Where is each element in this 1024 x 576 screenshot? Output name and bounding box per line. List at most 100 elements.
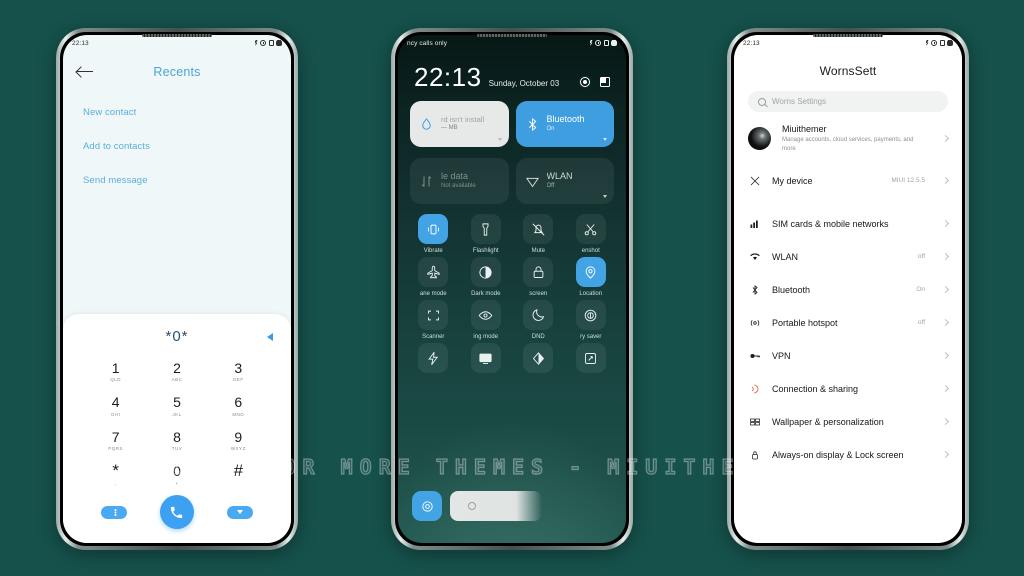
key-digit: # xyxy=(233,461,244,481)
dial-display: *0* xyxy=(63,324,291,350)
key-4[interactable]: 4 GHI xyxy=(85,388,146,423)
settings-row-vpn[interactable]: VPN xyxy=(734,339,962,372)
screenshot-icon xyxy=(584,223,597,235)
chevron-down-icon[interactable] xyxy=(603,138,607,141)
wallpaper-icon xyxy=(748,416,761,428)
status-time: 22:13 xyxy=(743,39,760,47)
settings-row-always-on-display[interactable]: Always-on display & Lock screen xyxy=(734,438,962,471)
tile-storage[interactable]: rd isn't install — MB xyxy=(410,101,509,147)
vibrate-icon xyxy=(427,224,439,234)
qs-dnd[interactable]: DND xyxy=(512,300,565,340)
status-time: 22:13 xyxy=(72,39,89,47)
qs-cast[interactable] xyxy=(460,343,513,377)
qs-icon-wrap xyxy=(523,343,554,373)
menu-item-new-contact[interactable]: New contact xyxy=(83,107,271,118)
key-2[interactable]: 2 ABC xyxy=(146,354,207,389)
account-row[interactable]: Miuithemer Manage accounts, cloud servic… xyxy=(734,112,962,164)
key-1[interactable]: 1 QLD xyxy=(85,354,146,389)
mobile-data-icon xyxy=(421,175,432,187)
settings-shortcut-button[interactable] xyxy=(412,491,442,521)
collapse-caret-icon[interactable] xyxy=(267,332,273,341)
chevron-down-icon[interactable] xyxy=(497,138,502,141)
qs-icon-wrap xyxy=(575,214,606,244)
keypad-collapse-button[interactable] xyxy=(226,505,253,519)
qs-reading-mode[interactable]: ing mode xyxy=(460,300,513,340)
call-button[interactable] xyxy=(159,495,194,529)
qs-vibrate[interactable]: Vibrate xyxy=(407,214,460,254)
status-bar: 22:13 xyxy=(734,35,962,51)
more-options-button[interactable]: ••• xyxy=(101,505,128,519)
tile-text: WLAN Off xyxy=(547,171,573,191)
qs-scanner[interactable]: Scanner xyxy=(407,300,460,340)
qs-icon-wrap xyxy=(418,343,449,373)
key-hash[interactable]: # xyxy=(208,457,269,492)
qs-label: Scanner xyxy=(422,334,445,340)
tile-bluetooth[interactable]: Bluetooth On xyxy=(515,101,614,147)
phone-device-dialer: 22:13 Recents New contact Add to contact… xyxy=(56,28,298,550)
chevron-down-icon[interactable] xyxy=(603,195,607,198)
row-label: Always-on display & Lock screen xyxy=(772,449,904,460)
row-label: VPN xyxy=(772,350,791,361)
key-digit: 2 xyxy=(173,359,181,376)
menu-item-send-message[interactable]: Send message xyxy=(83,175,271,186)
qs-contrast[interactable] xyxy=(512,343,565,377)
qs-label: ry saver xyxy=(580,334,602,340)
key-digit: 5 xyxy=(173,394,181,411)
qs-lightning[interactable] xyxy=(407,343,460,377)
search-icon xyxy=(758,97,766,106)
qs-label: Flashlight xyxy=(472,248,499,254)
cast-icon xyxy=(479,353,492,364)
qs-screenshot[interactable]: enshot xyxy=(565,214,618,254)
qs-label: screen xyxy=(529,291,548,297)
gear-icon[interactable] xyxy=(580,77,590,87)
menu-item-add-to-contacts[interactable]: Add to contacts xyxy=(83,141,271,152)
key-9[interactable]: 9 WXYZ xyxy=(208,423,269,458)
key-star[interactable]: * , xyxy=(85,457,146,492)
dnd-icon xyxy=(532,308,544,321)
tile-subtitle: On xyxy=(546,126,555,133)
search-input[interactable]: Worns Settings xyxy=(748,91,948,112)
qs-flashlight[interactable]: Flashlight xyxy=(460,214,513,254)
quick-settings-grid: Vibrate Flashlight Mute enshot ane mode … xyxy=(398,204,626,377)
edit-icon[interactable] xyxy=(600,77,610,87)
silent-icon xyxy=(925,40,929,46)
qs-icon-wrap xyxy=(470,257,501,287)
qs-label: ing mode xyxy=(473,334,499,340)
qs-dark-mode[interactable]: Dark mode xyxy=(460,257,513,297)
key-3[interactable]: 3 DEF xyxy=(208,354,269,389)
qs-icon-wrap xyxy=(575,343,606,373)
settings-row-sim-cards[interactable]: SIM cards & mobile networks xyxy=(734,207,962,240)
key-8[interactable]: 8 TUV xyxy=(146,423,207,458)
key-digit: 9 xyxy=(234,428,243,445)
lock-icon xyxy=(748,449,761,461)
key-6[interactable]: 6 MNO xyxy=(208,388,269,423)
chevron-right-icon xyxy=(941,418,950,426)
settings-row-my-device[interactable]: My device MIUI 12.5.5 xyxy=(734,164,962,197)
settings-row-wallpaper[interactable]: Wallpaper & personalization xyxy=(734,405,962,438)
qs-label: Mute xyxy=(531,248,545,254)
qs-lock-screen[interactable]: screen xyxy=(512,257,565,297)
qs-icon-wrap xyxy=(523,257,554,287)
tile-subtitle: Not available xyxy=(441,183,476,190)
key-5[interactable]: 5 JKL xyxy=(146,388,207,423)
phone3-body: 22:13 WornsSett Worns Settings Miuitheme… xyxy=(731,32,965,546)
brightness-icon xyxy=(468,502,476,510)
dialer-actions: ••• xyxy=(63,492,291,543)
qs-mute[interactable]: Mute xyxy=(512,214,565,254)
tile-mobile-data[interactable]: le data Not available xyxy=(410,158,509,204)
key-7[interactable]: 7 PQRS xyxy=(85,423,146,458)
tile-wlan[interactable]: WLAN Off xyxy=(515,158,614,204)
settings-row-wlan[interactable]: WLAN off xyxy=(734,240,962,273)
earpiece-grille xyxy=(813,34,883,37)
settings-row-connection-sharing[interactable]: Connection & sharing xyxy=(734,372,962,405)
row-label: My device xyxy=(772,175,813,186)
sim-status-icon xyxy=(603,40,609,46)
qs-battery-saver[interactable]: ry saver xyxy=(565,300,618,340)
qs-location[interactable]: Location xyxy=(565,257,618,297)
settings-row-portable-hotspot[interactable]: Portable hotspot off xyxy=(734,306,962,339)
qs-airplane-mode[interactable]: ane mode xyxy=(407,257,460,297)
key-0[interactable]: 0 + xyxy=(146,457,207,492)
brightness-slider[interactable] xyxy=(450,491,542,521)
qs-expand[interactable] xyxy=(565,343,618,377)
settings-row-bluetooth[interactable]: Bluetooth On xyxy=(734,273,962,306)
